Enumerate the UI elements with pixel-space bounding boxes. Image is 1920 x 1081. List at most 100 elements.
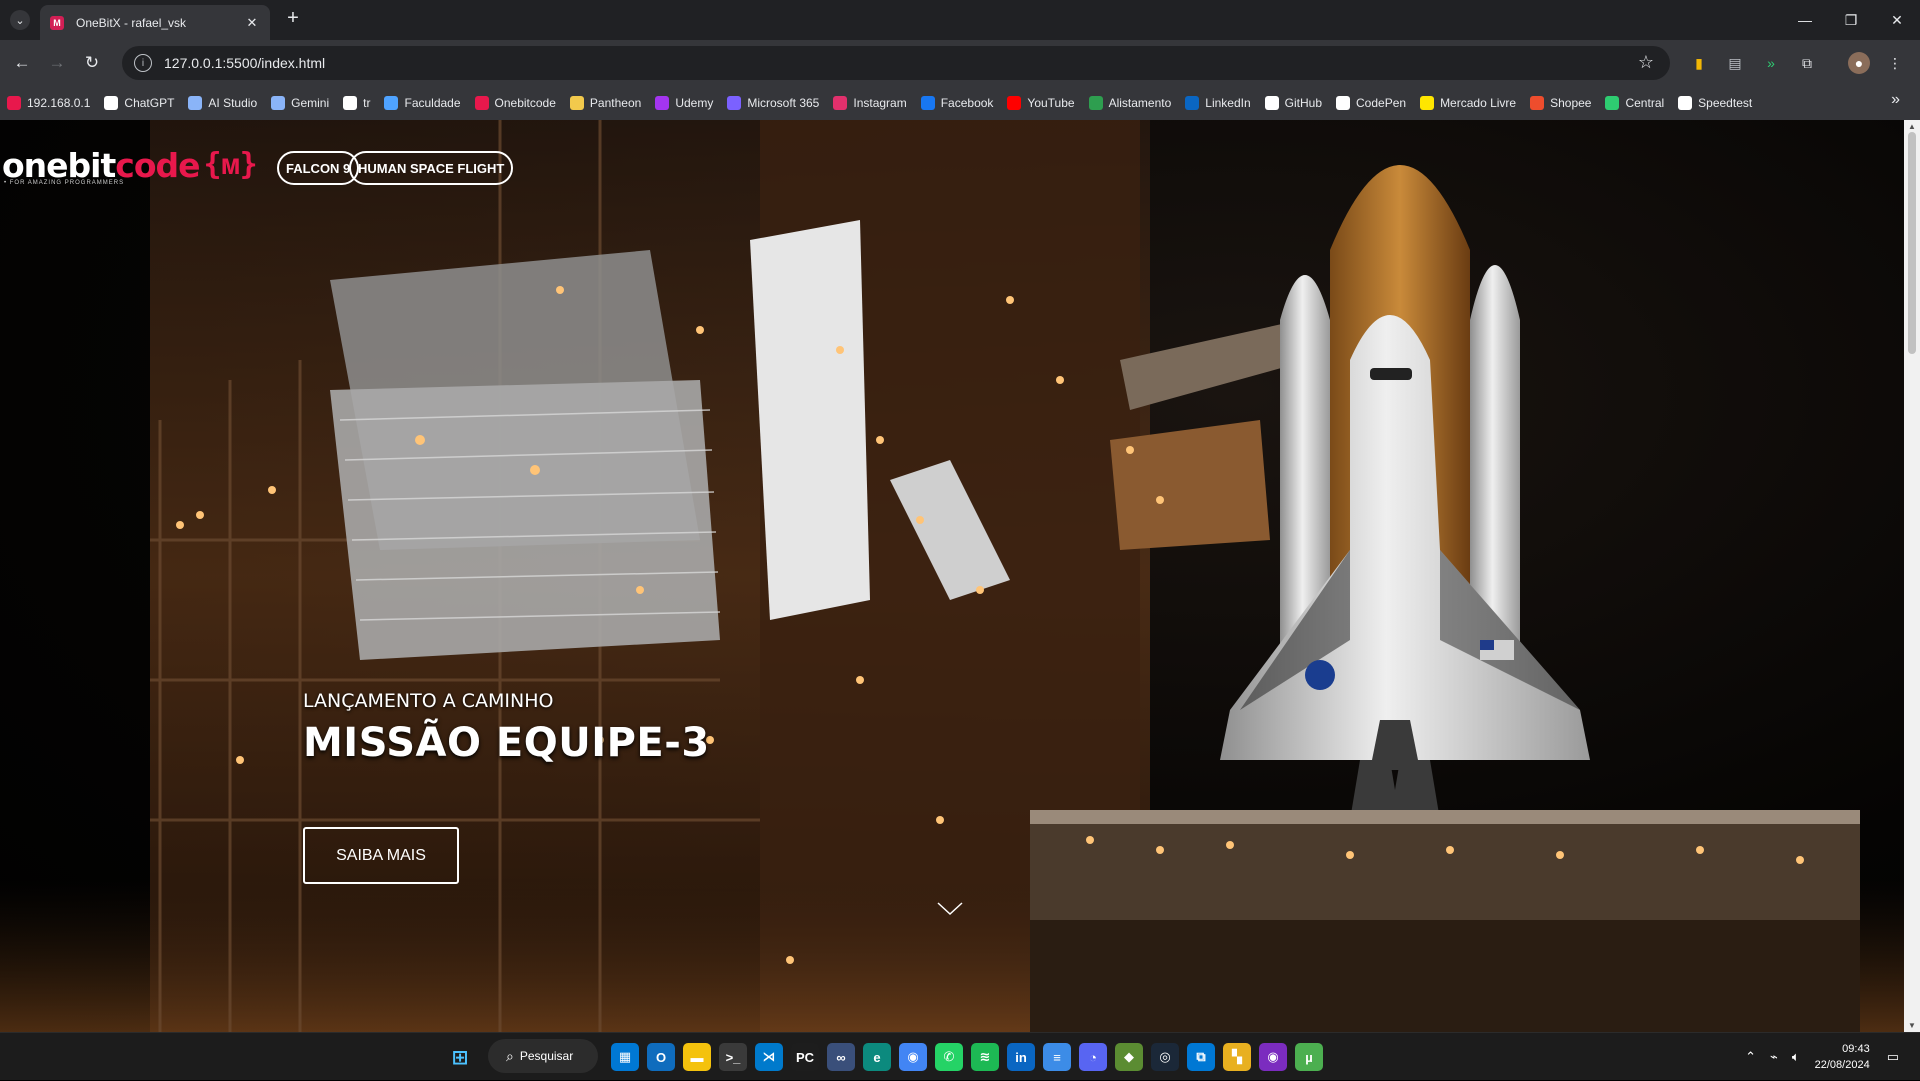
bookmark-item[interactable]: Central (1598, 89, 1671, 117)
codepen-icon (1336, 96, 1351, 110)
bookmark-item[interactable]: ChatGPT (97, 89, 181, 117)
gemini-icon (271, 96, 286, 110)
address-bar[interactable]: i 127.0.0.1:5500/index.html ☆ (122, 46, 1670, 80)
notepad-icon[interactable]: ≡ (1043, 1043, 1071, 1071)
browser-menu-icon[interactable]: ⋮ (1884, 52, 1906, 74)
bookmark-item[interactable]: LinkedIn (1178, 89, 1257, 117)
bookmark-item[interactable]: Faculdade (377, 89, 467, 117)
file-explorer-icon[interactable]: ▬ (683, 1043, 711, 1071)
edge-icon[interactable]: e (863, 1043, 891, 1071)
arrow-left-icon: ← (13, 53, 31, 72)
chevron-down-icon: ⌄ (15, 14, 25, 27)
forward-button[interactable]: → (44, 50, 70, 76)
hero-title: MISSÃO EQUIPE-3 (303, 720, 710, 766)
bookmarks-overflow-icon[interactable]: » (1891, 91, 1900, 109)
profile-avatar[interactable]: ● (1848, 52, 1870, 74)
bookmark-label: Udemy (675, 96, 714, 110)
store-icon[interactable]: ▦ (611, 1043, 639, 1071)
close-window-icon[interactable]: ✕ (1874, 0, 1920, 40)
reload-button[interactable]: ↻ (79, 50, 105, 76)
network-icon[interactable]: ⌁ (1770, 1049, 1778, 1065)
discord-icon[interactable]: ◔ (1079, 1043, 1107, 1071)
bookmark-label: CodePen (1356, 96, 1407, 110)
bookmark-item[interactable]: Instagram (826, 89, 913, 117)
close-tab-icon[interactable]: ✕ (242, 13, 262, 33)
spotify-icon[interactable]: ≋ (971, 1043, 999, 1071)
scroll-up-icon[interactable]: ▲ (1908, 122, 1916, 131)
bookmark-item[interactable]: Udemy (648, 89, 720, 117)
bookmark-item[interactable]: Microsoft 365 (720, 89, 826, 117)
utorrent-icon[interactable]: µ (1295, 1043, 1323, 1071)
bookmark-star-icon[interactable]: ☆ (1638, 52, 1654, 73)
purple-app-icon[interactable]: ◉ (1259, 1043, 1287, 1071)
bookmark-label: Onebitcode (494, 96, 556, 110)
extension-cast-icon[interactable]: ▤ (1724, 52, 1746, 74)
bookmark-item[interactable]: Alistamento (1082, 89, 1179, 117)
remote-desktop-icon[interactable]: ⧉ (1187, 1043, 1215, 1071)
bookmark-item[interactable]: Facebook (914, 89, 1001, 117)
router-icon (7, 96, 21, 110)
nav-link-human-space-flight[interactable]: HUMAN SPACE FLIGHT (349, 151, 514, 185)
browser-toolbar: ← → ↻ i 127.0.0.1:5500/index.html ☆ ▮ ▤ … (0, 40, 1920, 86)
system-clock[interactable]: 09:43 22/08/2024 (1815, 1041, 1870, 1073)
extensions-puzzle-icon[interactable]: ⧉ (1796, 52, 1818, 74)
bookmark-label: LinkedIn (1205, 96, 1251, 110)
bookmark-label: GitHub (1284, 96, 1323, 110)
back-button[interactable]: ← (9, 50, 35, 76)
chrome-icon[interactable]: ◉ (899, 1043, 927, 1071)
windows-start-icon[interactable]: ⊞ (446, 1043, 474, 1071)
bookmark-item[interactable]: YouTube (1000, 89, 1081, 117)
vscode-icon[interactable]: ⋊ (755, 1043, 783, 1071)
bookmark-item[interactable]: tr (336, 89, 377, 117)
google-icon (343, 96, 358, 110)
logo-tagline: • FOR AMAZING PROGRAMMERS (4, 180, 125, 186)
bookmark-label: Faculdade (404, 96, 461, 110)
terminal-icon[interactable]: >_ (719, 1043, 747, 1071)
bookmark-item[interactable]: Shopee (1523, 89, 1598, 117)
youtube-icon (1007, 96, 1022, 110)
instagram-icon (833, 96, 848, 110)
bookmark-item[interactable]: Mercado Livre (1413, 89, 1523, 117)
chevron-down-scroll-icon[interactable] (937, 902, 963, 916)
linkedin-app-icon[interactable]: in (1007, 1043, 1035, 1071)
scroll-down-icon[interactable]: ▼ (1908, 1021, 1916, 1030)
url-text[interactable]: 127.0.0.1:5500/index.html (164, 55, 325, 71)
saiba-mais-button[interactable]: SAIBA MAIS (303, 827, 459, 884)
visual-studio-icon[interactable]: ∞ (827, 1043, 855, 1071)
volume-icon[interactable]: 🔈︎ (1792, 1049, 1800, 1065)
whatsapp-icon[interactable]: ✆ (935, 1043, 963, 1071)
bookmark-label: Alistamento (1108, 96, 1172, 110)
extension-yellow-icon[interactable]: ▮ (1688, 52, 1710, 74)
bookmark-item[interactable]: AI Studio (181, 89, 264, 117)
logo-brackets-icon: {ᴍ} (203, 147, 258, 182)
bookmark-item[interactable]: Onebitcode (468, 89, 563, 117)
notifications-icon[interactable]: ▭ (1887, 1049, 1899, 1065)
bookmark-item[interactable]: Pantheon (563, 89, 648, 117)
chevron-up-icon[interactable]: ⌃ (1745, 1049, 1756, 1065)
steam-icon[interactable]: ◎ (1151, 1043, 1179, 1071)
site-info-icon[interactable]: i (134, 54, 152, 72)
bookmarks-bar: 192.168.0.1 ChatGPT AI Studio Gemini tr Facul… (0, 86, 1920, 120)
tab-title: OneBitX - rafael_vsk (76, 15, 187, 30)
restore-icon[interactable]: ❐ (1828, 0, 1874, 40)
browser-tab-active[interactable]: M OneBitX - rafael_vsk ✕ (40, 5, 270, 40)
bookmark-item[interactable]: 192.168.0.1 (0, 89, 97, 117)
minecraft-icon[interactable]: ◆ (1115, 1043, 1143, 1071)
minimize-icon[interactable]: — (1782, 0, 1828, 40)
new-tab-button[interactable]: + (282, 8, 304, 30)
taskbar-search[interactable]: ⌕ Pesquisar (488, 1039, 598, 1073)
game-launcher-icon[interactable]: ▚ (1223, 1043, 1251, 1071)
scrollbar-thumb[interactable] (1908, 132, 1916, 354)
page-scrollbar[interactable]: ▲ ▼ (1904, 120, 1920, 1032)
outlook-icon[interactable]: O (647, 1043, 675, 1071)
bookmark-item[interactable]: Speedtest (1671, 89, 1759, 117)
arrow-right-icon: → (48, 53, 66, 72)
tab-search-button[interactable]: ⌄ (10, 10, 30, 30)
page-viewport: onebitcode {ᴍ} • FOR AMAZING PROGRAMMERS… (0, 120, 1904, 1032)
bookmark-item[interactable]: GitHub (1258, 89, 1329, 117)
pycharm-icon[interactable]: PC (791, 1043, 819, 1071)
bookmark-item[interactable]: Gemini (264, 89, 336, 117)
extension-arrows-icon[interactable]: » (1760, 52, 1782, 74)
bookmark-item[interactable]: CodePen (1329, 89, 1413, 117)
nav-link-falcon-9[interactable]: FALCON 9 (277, 151, 360, 185)
